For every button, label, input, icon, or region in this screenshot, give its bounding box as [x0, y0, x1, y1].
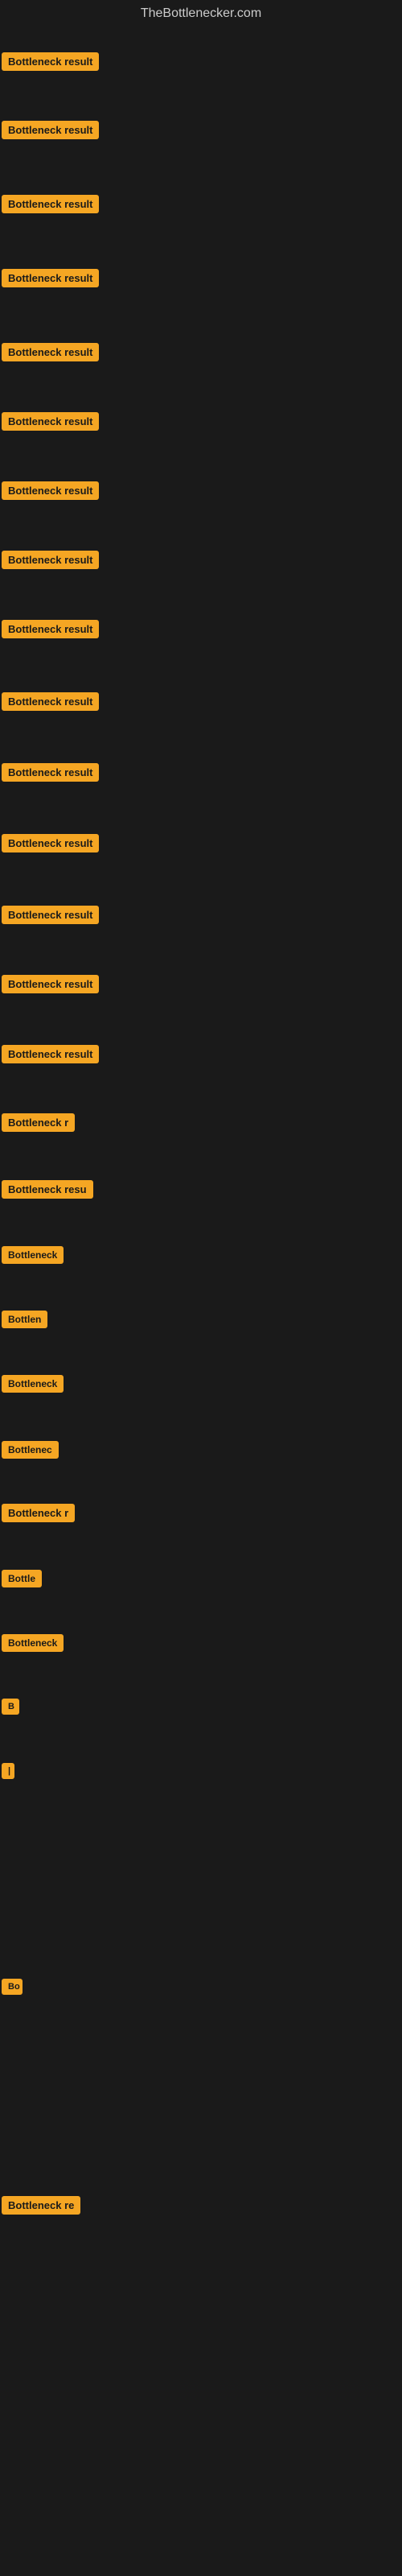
bottleneck-badge-5: Bottleneck result — [2, 343, 99, 361]
bottleneck-badge-4: Bottleneck result — [2, 269, 99, 287]
bottleneck-badge-23: Bottle — [2, 1570, 42, 1587]
bottleneck-badge-20: Bottleneck — [2, 1375, 64, 1393]
bottleneck-badge-8: Bottleneck result — [2, 551, 99, 569]
rows-container: Bottleneck result Bottleneck result Bottle… — [0, 31, 402, 2574]
bottleneck-row-21: Bottlenec — [2, 1441, 59, 1463]
bottleneck-row-25: B — [2, 1699, 19, 1719]
bottleneck-row-12: Bottleneck result — [2, 834, 99, 857]
bottleneck-badge-11: Bottleneck result — [2, 763, 99, 782]
bottleneck-badge-10: Bottleneck result — [2, 692, 99, 711]
bottleneck-row-16: Bottleneck r — [2, 1113, 75, 1136]
bottleneck-badge-18: Bottleneck — [2, 1246, 64, 1264]
bottleneck-row-19: Bottlen — [2, 1311, 47, 1332]
bottleneck-badge-21: Bottlenec — [2, 1441, 59, 1459]
bottleneck-badge-9: Bottleneck result — [2, 620, 99, 638]
bottleneck-row-4: Bottleneck result — [2, 269, 99, 291]
bottleneck-badge-2: Bottleneck result — [2, 121, 99, 139]
site-title-container: TheBottlenecker.com — [0, 0, 402, 31]
bottleneck-badge-22: Bottleneck r — [2, 1504, 75, 1522]
bottleneck-row-6: Bottleneck result — [2, 412, 99, 435]
bottleneck-badge-15: Bottleneck result — [2, 1045, 99, 1063]
bottleneck-row-18: Bottleneck — [2, 1246, 64, 1268]
bottleneck-row-20: Bottleneck — [2, 1375, 64, 1397]
bottleneck-row-22: Bottleneck r — [2, 1504, 75, 1526]
bottleneck-row-14: Bottleneck result — [2, 975, 99, 997]
bottleneck-row-5: Bottleneck result — [2, 343, 99, 365]
bottleneck-badge-12: Bottleneck result — [2, 834, 99, 852]
bottleneck-badge-6: Bottleneck result — [2, 412, 99, 431]
bottleneck-badge-16: Bottleneck r — [2, 1113, 75, 1132]
bottleneck-row-26: | — [2, 1763, 14, 1783]
bottleneck-badge-25: B — [2, 1699, 19, 1715]
bottleneck-badge-3: Bottleneck result — [2, 195, 99, 213]
bottleneck-row-10: Bottleneck result — [2, 692, 99, 715]
bottleneck-row-7: Bottleneck result — [2, 481, 99, 504]
bottleneck-row-9: Bottleneck result — [2, 620, 99, 642]
bottleneck-badge-32: Bottleneck re — [2, 2196, 80, 2215]
bottleneck-badge-13: Bottleneck result — [2, 906, 99, 924]
bottleneck-row-24: Bottleneck — [2, 1634, 64, 1656]
bottleneck-badge-24: Bottleneck — [2, 1634, 64, 1652]
bottleneck-badge-14: Bottleneck result — [2, 975, 99, 993]
bottleneck-row-1: Bottleneck result — [2, 52, 99, 75]
bottleneck-row-17: Bottleneck resu — [2, 1180, 93, 1203]
bottleneck-badge-1: Bottleneck result — [2, 52, 99, 71]
bottleneck-row-11: Bottleneck result — [2, 763, 99, 786]
bottleneck-row-15: Bottleneck result — [2, 1045, 99, 1067]
bottleneck-row-3: Bottleneck result — [2, 195, 99, 217]
bottleneck-row-13: Bottleneck result — [2, 906, 99, 928]
site-title: TheBottlenecker.com — [0, 0, 402, 31]
bottleneck-badge-19: Bottlen — [2, 1311, 47, 1328]
bottleneck-badge-29: Bo — [2, 1979, 23, 1995]
bottleneck-badge-26: | — [2, 1763, 14, 1779]
bottleneck-row-8: Bottleneck result — [2, 551, 99, 573]
bottleneck-row-29: Bo — [2, 1979, 23, 1999]
bottleneck-row-32: Bottleneck re — [2, 2196, 80, 2219]
bottleneck-badge-7: Bottleneck result — [2, 481, 99, 500]
bottleneck-badge-17: Bottleneck resu — [2, 1180, 93, 1199]
bottleneck-row-23: Bottle — [2, 1570, 42, 1591]
bottleneck-row-2: Bottleneck result — [2, 121, 99, 143]
